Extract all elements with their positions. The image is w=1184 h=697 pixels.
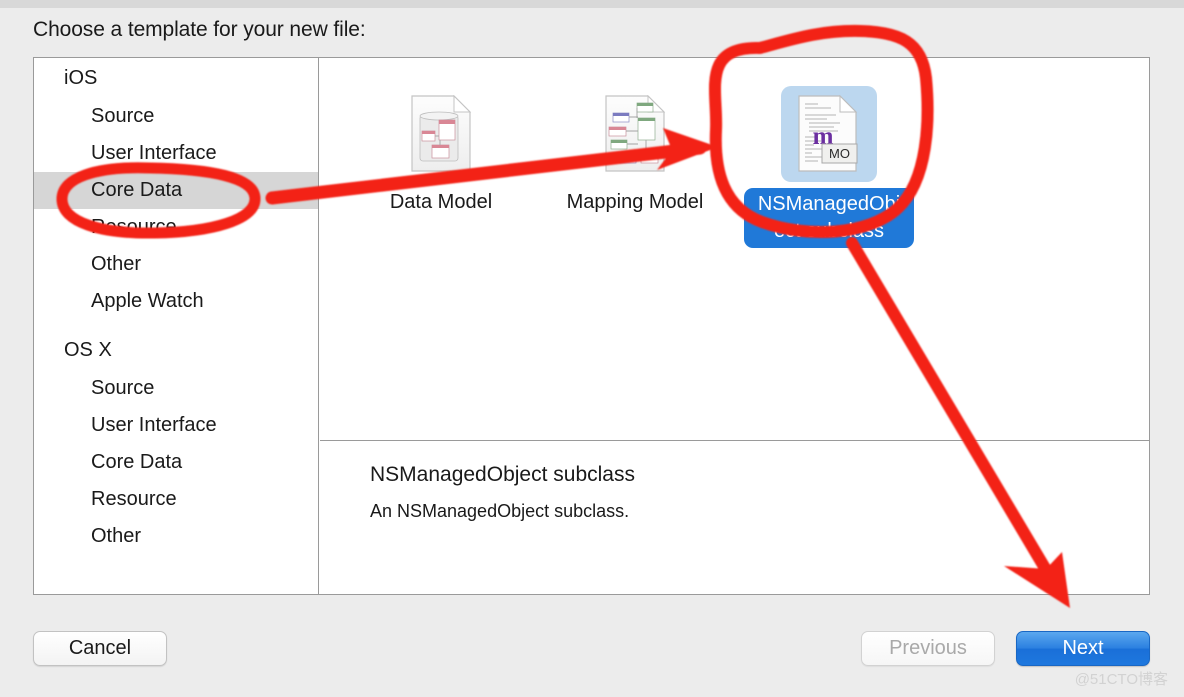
nsmanagedobject-source-icon: m MO bbox=[798, 94, 858, 172]
template-label-data-model: Data Model bbox=[389, 191, 493, 213]
sidebar-item-ios-apple-watch[interactable]: Apple Watch bbox=[34, 283, 318, 320]
template-item-mapping-model[interactable]: Mapping Model bbox=[540, 86, 730, 217]
sidebar-group-osx: OS X bbox=[64, 339, 112, 361]
sidebar-item-osx-other[interactable]: Other bbox=[34, 518, 318, 555]
sidebar-item-ios-source[interactable]: Source bbox=[34, 98, 318, 135]
template-label-mapping-model: Mapping Model bbox=[566, 191, 704, 213]
next-button[interactable]: Next bbox=[1016, 631, 1150, 666]
template-item-data-model[interactable]: Data Model bbox=[346, 86, 536, 217]
sidebar-item-osx-resource[interactable]: Resource bbox=[34, 481, 318, 518]
sidebar-item-ios-user-interface[interactable]: User Interface bbox=[34, 135, 318, 172]
watermark-label: @51CTO博客 bbox=[1074, 671, 1168, 688]
description-body: An NSManagedObject subclass. bbox=[370, 501, 630, 521]
mapping-model-icon-container bbox=[587, 86, 683, 182]
sidebar-item-ios-other[interactable]: Other bbox=[34, 246, 318, 283]
sidebar-group-ios: iOS bbox=[64, 67, 98, 89]
template-label-nsmanagedobject-subclass: NSManagedObject subclass bbox=[744, 188, 914, 248]
sidebar-item-osx-user-interface[interactable]: User Interface bbox=[34, 407, 318, 444]
svg-text:MO: MO bbox=[829, 146, 850, 161]
dialog-prompt: Choose a template for your new file: bbox=[33, 18, 366, 41]
template-chooser-panel: iOS Source User Interface Core Data Reso… bbox=[33, 57, 1150, 595]
data-model-icon-container bbox=[393, 86, 489, 182]
window-title-strip bbox=[0, 0, 1184, 8]
cancel-button[interactable]: Cancel bbox=[33, 631, 167, 666]
sidebar-item-ios-core-data[interactable]: Core Data bbox=[34, 172, 318, 209]
previous-button[interactable]: Previous bbox=[861, 631, 995, 666]
template-item-nsmanagedobject-subclass[interactable]: m MO NSManagedObject subclass bbox=[734, 86, 924, 248]
sidebar-item-osx-source[interactable]: Source bbox=[34, 370, 318, 407]
new-file-template-dialog: Choose a template for your new file: iOS… bbox=[0, 0, 1184, 697]
sidebar-group-spacer bbox=[34, 320, 318, 330]
template-grid[interactable]: Data Model Mapping Model m MO NSManagedO… bbox=[320, 58, 1149, 440]
sidebar-item-ios-resource[interactable]: Resource bbox=[34, 209, 318, 246]
template-description-pane: NSManagedObject subclass An NSManagedObj… bbox=[320, 441, 1149, 594]
data-model-document-icon bbox=[411, 95, 472, 172]
nsmanagedobject-icon-container: m MO bbox=[781, 86, 877, 182]
mapping-model-document-icon bbox=[605, 95, 666, 172]
description-title: NSManagedObject subclass bbox=[370, 463, 635, 486]
platform-category-sidebar[interactable]: iOS Source User Interface Core Data Reso… bbox=[34, 58, 319, 594]
sidebar-item-osx-core-data[interactable]: Core Data bbox=[34, 444, 318, 481]
